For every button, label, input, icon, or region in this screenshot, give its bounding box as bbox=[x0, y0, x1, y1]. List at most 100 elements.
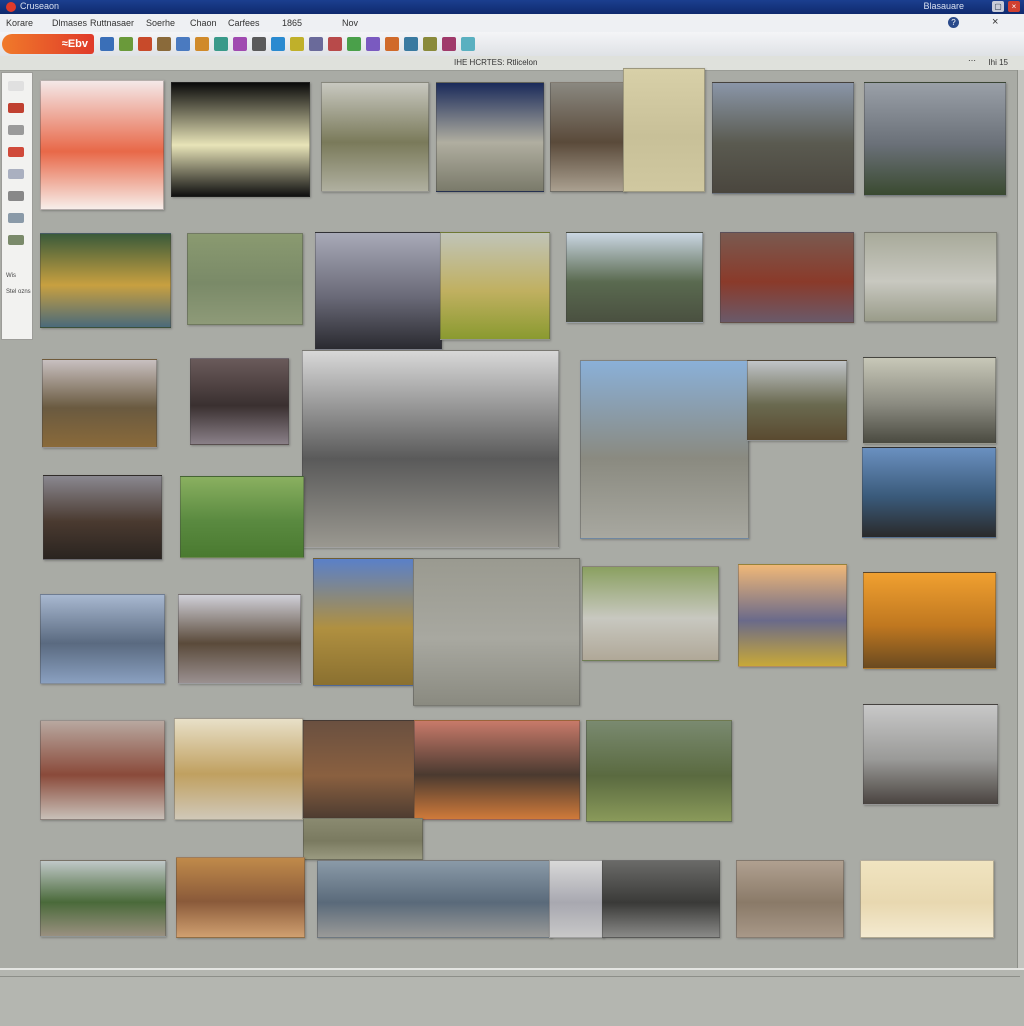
menu-item[interactable]: Ruttnasaer bbox=[90, 18, 134, 28]
thumb-dark-rocks[interactable] bbox=[602, 860, 720, 938]
thumb-cream-paper[interactable] bbox=[860, 860, 994, 938]
side-panel-icon[interactable] bbox=[8, 191, 24, 201]
thumb-cloudy-shore[interactable] bbox=[863, 704, 998, 805]
thumb-sunset-lake[interactable] bbox=[738, 564, 847, 667]
side-panel-icon[interactable] bbox=[8, 147, 24, 157]
toolbar-tool-icon[interactable] bbox=[176, 37, 190, 51]
thumb-gray-sand[interactable] bbox=[413, 558, 580, 706]
thumb-misty-moor[interactable] bbox=[712, 82, 854, 194]
thumb-brown-rocks[interactable] bbox=[303, 720, 415, 822]
toolbar-tool-icon[interactable] bbox=[423, 37, 437, 51]
thumb-canyon-sunset[interactable] bbox=[414, 720, 580, 820]
thumb-stone-hut[interactable] bbox=[550, 82, 626, 192]
side-panel-icon[interactable] bbox=[8, 103, 24, 113]
thumb-mossy-ruin[interactable] bbox=[321, 82, 429, 192]
toolbar-tool-icon[interactable] bbox=[347, 37, 361, 51]
toolbar-tool-icon[interactable] bbox=[233, 37, 247, 51]
toolbar-tool-icon[interactable] bbox=[252, 37, 266, 51]
thumb-orange-sunset[interactable] bbox=[863, 572, 996, 669]
app-logo: ≈Ebv bbox=[2, 34, 94, 54]
thumb-dark-doorway[interactable] bbox=[436, 82, 544, 192]
side-panel: Wis Stel ozns bbox=[1, 72, 33, 340]
title-bar: Cruseaon Blasauare ▢ × bbox=[0, 0, 1024, 14]
thumb-white-chrysanthemum[interactable] bbox=[171, 82, 310, 197]
thumb-river-moor[interactable] bbox=[566, 232, 703, 323]
menu-item[interactable]: Chaon bbox=[190, 18, 217, 28]
toolbar-tool-icon[interactable] bbox=[214, 37, 228, 51]
thumb-gray-lichen[interactable] bbox=[864, 232, 997, 322]
toolbar-tool-icon[interactable] bbox=[404, 37, 418, 51]
side-panel-icon[interactable] bbox=[8, 125, 24, 135]
thumb-grey-bay[interactable] bbox=[317, 860, 552, 938]
more-icon[interactable]: ⋯ bbox=[968, 56, 976, 65]
toolbar-tool-icon[interactable] bbox=[290, 37, 304, 51]
item-count: Ihi 15 bbox=[988, 58, 1008, 67]
side-panel-icon[interactable] bbox=[8, 235, 24, 245]
thumb-rocky-beach[interactable] bbox=[178, 594, 301, 684]
toolbar-tool-icon[interactable] bbox=[461, 37, 475, 51]
toolbar-tool-icon[interactable] bbox=[195, 37, 209, 51]
thumb-rust-texture[interactable] bbox=[720, 232, 854, 323]
thumb-blue-coast[interactable] bbox=[862, 447, 996, 538]
thumb-mossy-rock[interactable] bbox=[303, 818, 423, 860]
thumb-green-mound[interactable] bbox=[586, 720, 732, 822]
thumb-hazy-glow[interactable] bbox=[174, 718, 303, 820]
thumb-green-blur[interactable] bbox=[187, 233, 303, 325]
thumb-mountain-lake[interactable] bbox=[864, 82, 1006, 196]
thumb-beige-paper[interactable] bbox=[623, 68, 705, 192]
thumb-wooden-hut[interactable] bbox=[176, 857, 305, 938]
thumb-twig-sand[interactable] bbox=[736, 860, 844, 938]
thumb-autumn-tree[interactable] bbox=[40, 720, 165, 820]
menu-item[interactable]: Dlmases bbox=[52, 18, 87, 28]
thumb-flower-mosaic[interactable] bbox=[40, 233, 171, 328]
side-panel-icon[interactable] bbox=[8, 169, 24, 179]
toolbar-tool-icon[interactable] bbox=[119, 37, 133, 51]
thumb-tree-silhouette[interactable] bbox=[43, 475, 162, 560]
toolbar-tool-icon[interactable] bbox=[328, 37, 342, 51]
thumb-ridge-field[interactable] bbox=[747, 360, 847, 441]
thumb-hills-road[interactable] bbox=[42, 359, 157, 448]
toolbar-tool-icon[interactable] bbox=[271, 37, 285, 51]
thumb-bush-road[interactable] bbox=[40, 860, 166, 937]
thumb-icy-sea[interactable] bbox=[40, 594, 165, 684]
toolbar-tool-icon[interactable] bbox=[100, 37, 114, 51]
folder-path: IHE HCRTES: Rtlicelon bbox=[454, 58, 538, 67]
thumb-dark-interior[interactable] bbox=[190, 358, 289, 445]
thumb-golden-hill[interactable] bbox=[313, 558, 415, 686]
side-label: Stel ozns bbox=[6, 289, 31, 295]
menu-item[interactable]: Carfees bbox=[228, 18, 260, 28]
thumb-castle-loch[interactable] bbox=[302, 350, 559, 548]
minimize-button[interactable]: ▢ bbox=[992, 1, 1004, 12]
thumb-blue-sky-shore[interactable] bbox=[580, 360, 749, 539]
side-panel-icon[interactable] bbox=[8, 81, 24, 91]
thumbnail-canvas bbox=[32, 68, 1018, 967]
menu-item[interactable]: Korare bbox=[6, 18, 33, 28]
close-icon[interactable]: × bbox=[992, 16, 998, 28]
menu-bar: Korare Dlmases Ruttnasaer Soerhe Chaon C… bbox=[0, 14, 1024, 33]
thumb-golden-grass[interactable] bbox=[440, 232, 550, 340]
toolbar-tool-icon[interactable] bbox=[442, 37, 456, 51]
toolbar-tool-icon[interactable] bbox=[309, 37, 323, 51]
divider bbox=[0, 976, 1020, 977]
scrollbar[interactable] bbox=[1017, 70, 1024, 968]
window-title: Cruseaon bbox=[20, 1, 60, 11]
menu-item[interactable]: 1865 bbox=[282, 18, 302, 28]
status-bar bbox=[0, 968, 1024, 1026]
thumb-pale-sea[interactable] bbox=[549, 860, 604, 938]
menu-item[interactable]: Soerhe bbox=[146, 18, 175, 28]
toolbar-tool-icon[interactable] bbox=[138, 37, 152, 51]
toolbar-tool-icon[interactable] bbox=[157, 37, 171, 51]
thumb-foggy-shore[interactable] bbox=[315, 232, 442, 350]
side-panel-icon[interactable] bbox=[8, 213, 24, 223]
thumb-shell-light[interactable] bbox=[863, 357, 996, 444]
thumb-red-flower[interactable] bbox=[40, 80, 164, 210]
close-button[interactable]: × bbox=[1008, 1, 1020, 12]
thumb-pebble-path[interactable] bbox=[582, 566, 719, 661]
menu-item[interactable]: Nov bbox=[342, 18, 358, 28]
side-label: Wis bbox=[6, 273, 16, 279]
title-right-label: Blasauare bbox=[923, 1, 964, 11]
toolbar-tool-icon[interactable] bbox=[366, 37, 380, 51]
thumb-green-field[interactable] bbox=[180, 476, 304, 558]
toolbar-tool-icon[interactable] bbox=[385, 37, 399, 51]
help-icon[interactable]: ? bbox=[948, 17, 959, 28]
